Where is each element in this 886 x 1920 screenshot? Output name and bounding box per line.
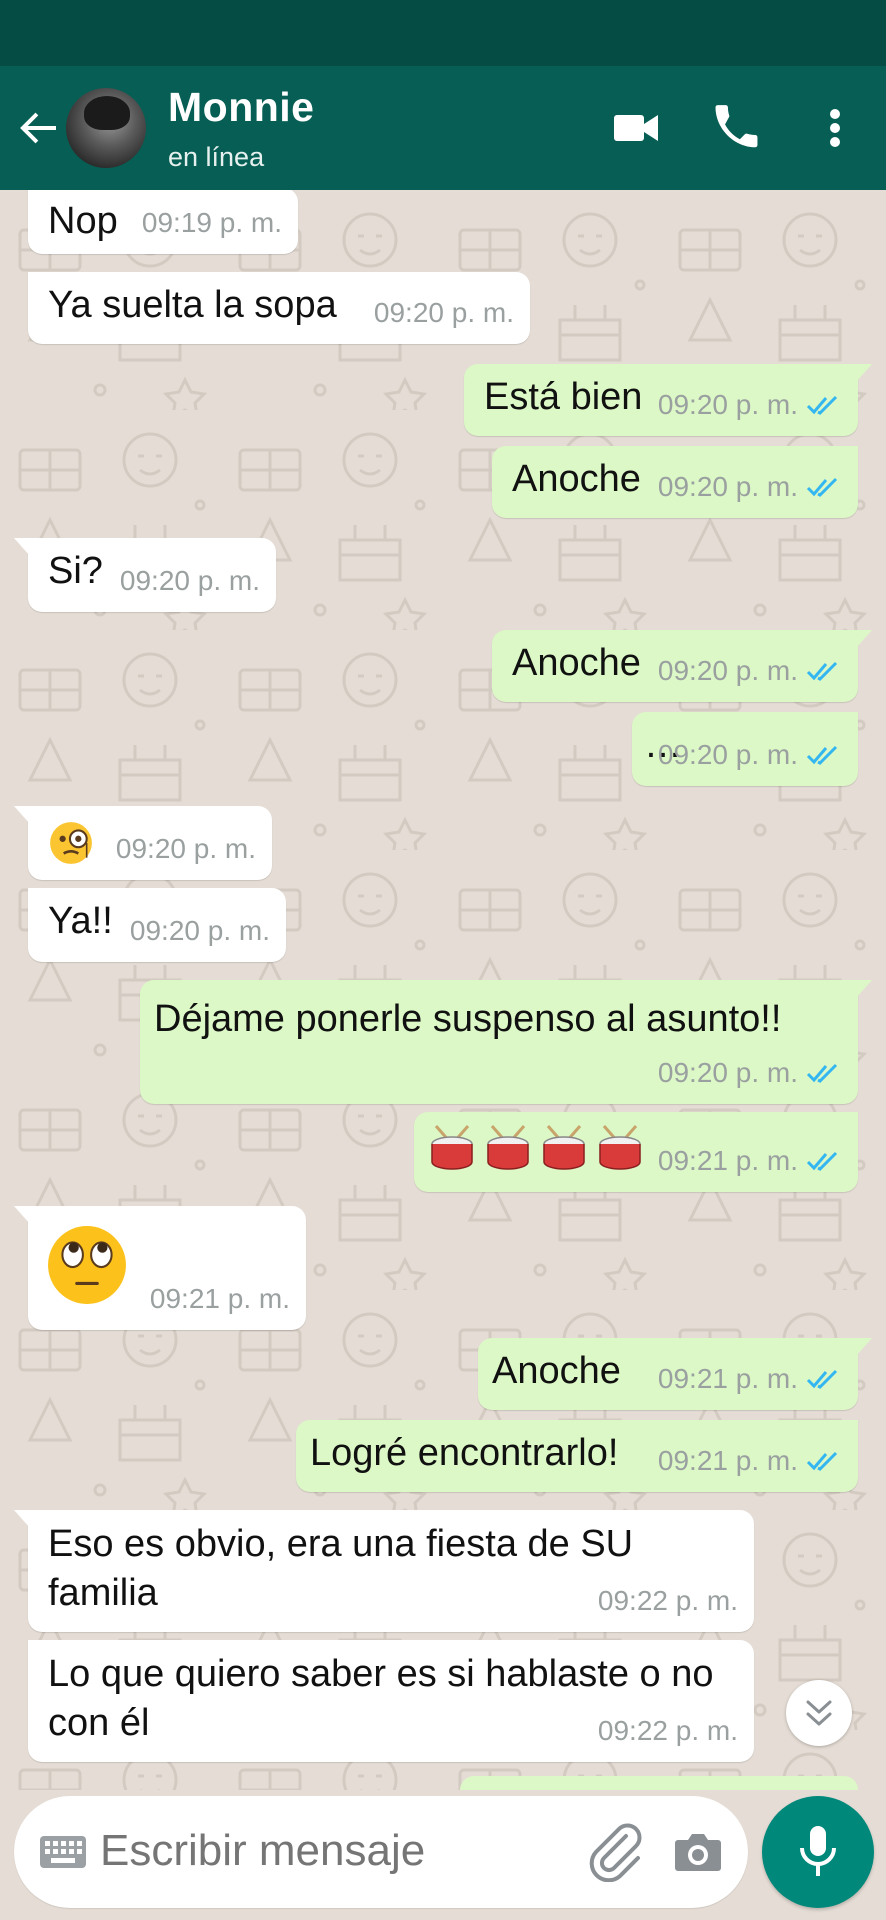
message-composer bbox=[14, 1796, 748, 1908]
read-ticks-icon bbox=[806, 1369, 838, 1389]
message-bubble-incoming[interactable]: Nop 09:19 p. m. bbox=[28, 190, 298, 254]
phone-icon[interactable] bbox=[710, 102, 762, 154]
message-bubble-outgoing[interactable]: … 09:20 p. m. bbox=[632, 712, 858, 786]
message-bubble-incoming[interactable]: Lo que quiero saber es si hablaste o no … bbox=[28, 1640, 754, 1762]
arrow-back-icon[interactable] bbox=[14, 104, 62, 152]
double-chevron-down-icon bbox=[806, 1700, 832, 1726]
face-with-monocle-emoji bbox=[50, 822, 92, 864]
status-bar bbox=[0, 0, 886, 66]
message-time: 09:19 p. m. bbox=[141, 207, 282, 238]
message-text: Ya suelta la sopa bbox=[48, 284, 337, 326]
voice-message-button[interactable] bbox=[762, 1796, 874, 1908]
message-bubble-outgoing[interactable]: Anoche 09:20 p. m. bbox=[492, 446, 858, 518]
message-text: Logré encontrarlo! bbox=[310, 1432, 619, 1474]
read-ticks-icon bbox=[806, 395, 838, 415]
message-list[interactable]: Nop 09:19 p. m. Ya suelta la sopa 09:20 … bbox=[0, 190, 886, 1790]
message-text: Eso es obvio, era una fiesta de SU famil… bbox=[48, 1523, 634, 1614]
avatar[interactable] bbox=[66, 88, 146, 168]
read-ticks-icon bbox=[806, 1451, 838, 1471]
message-bubble-incoming[interactable]: 09:20 p. m. bbox=[14, 806, 272, 880]
read-ticks-icon bbox=[806, 745, 838, 765]
chat-header: Monnie en línea bbox=[0, 66, 886, 190]
message-text: Anoche bbox=[492, 1350, 621, 1392]
scroll-to-bottom-button[interactable] bbox=[786, 1680, 852, 1746]
message-bubble-outgoing[interactable]: Logré encontrarlo! 09:21 p. m. bbox=[296, 1420, 858, 1492]
camera-icon[interactable] bbox=[672, 1826, 724, 1876]
contact-status: en línea bbox=[168, 142, 265, 172]
message-time: 09:20 p. m. bbox=[115, 833, 256, 864]
read-ticks-icon bbox=[806, 477, 838, 497]
message-time: 09:20 p. m. bbox=[657, 471, 798, 502]
drum-emoji-row bbox=[431, 1125, 641, 1170]
read-ticks-icon bbox=[806, 1063, 838, 1083]
message-text: Está bien bbox=[484, 376, 643, 418]
face-with-rolling-eyes-emoji bbox=[48, 1226, 126, 1304]
paperclip-icon[interactable] bbox=[586, 1822, 644, 1882]
message-time: 09:20 p. m. bbox=[657, 389, 798, 420]
message-time: 09:20 p. m. bbox=[119, 565, 260, 596]
message-bubble-outgoing[interactable]: Está bien 09:20 p. m. bbox=[464, 364, 872, 436]
message-time: 09:21 p. m. bbox=[149, 1283, 290, 1314]
message-text: Nop bbox=[48, 200, 118, 242]
message-bubble-incoming[interactable]: Si? 09:20 p. m. bbox=[14, 538, 276, 612]
message-bubble-outgoing[interactable]: Anoche 09:21 p. m. bbox=[478, 1338, 872, 1410]
read-ticks-icon bbox=[806, 1151, 838, 1171]
message-input[interactable] bbox=[100, 1818, 570, 1884]
message-bubble-incoming[interactable]: Ya!! 09:20 p. m. bbox=[28, 888, 286, 962]
message-text: Ya!! bbox=[48, 900, 113, 942]
message-text: Si? bbox=[48, 550, 103, 592]
message-time: 09:21 p. m. bbox=[657, 1363, 798, 1394]
more-vert-icon[interactable] bbox=[810, 102, 860, 154]
message-bubble-outgoing-partial bbox=[460, 1776, 858, 1790]
message-time: 09:21 p. m. bbox=[657, 1445, 798, 1476]
read-ticks-icon bbox=[806, 661, 838, 681]
message-time: 09:22 p. m. bbox=[597, 1715, 738, 1746]
message-time: 09:20 p. m. bbox=[657, 655, 798, 686]
message-time: 09:20 p. m. bbox=[373, 297, 514, 328]
keyboard-icon[interactable] bbox=[38, 1830, 88, 1874]
message-time: 09:22 p. m. bbox=[597, 1585, 738, 1616]
message-bubble-outgoing[interactable]: 09:21 p. m. bbox=[414, 1112, 858, 1192]
message-time: 09:20 p. m. bbox=[129, 915, 270, 946]
message-bubble-incoming[interactable]: Eso es obvio, era una fiesta de SU famil… bbox=[14, 1510, 754, 1632]
message-time: 09:20 p. m. bbox=[657, 1057, 798, 1088]
message-bubble-outgoing[interactable]: Déjame ponerle suspenso al asunto!! 09:2… bbox=[140, 980, 872, 1104]
message-time: 09:20 p. m. bbox=[657, 739, 798, 770]
message-text: Anoche bbox=[512, 642, 641, 684]
message-text: Anoche bbox=[512, 458, 641, 500]
message-bubble-incoming[interactable]: 09:21 p. m. bbox=[14, 1206, 306, 1330]
message-bubble-incoming[interactable]: Ya suelta la sopa 09:20 p. m. bbox=[28, 272, 530, 344]
contact-name[interactable]: Monnie bbox=[168, 84, 314, 131]
message-text: Déjame ponerle suspenso al asunto!! bbox=[154, 998, 782, 1040]
message-time: 09:21 p. m. bbox=[657, 1145, 798, 1176]
videocam-icon[interactable] bbox=[610, 102, 662, 154]
mic-icon bbox=[800, 1826, 836, 1876]
message-bubble-outgoing[interactable]: Anoche 09:20 p. m. bbox=[492, 630, 872, 702]
